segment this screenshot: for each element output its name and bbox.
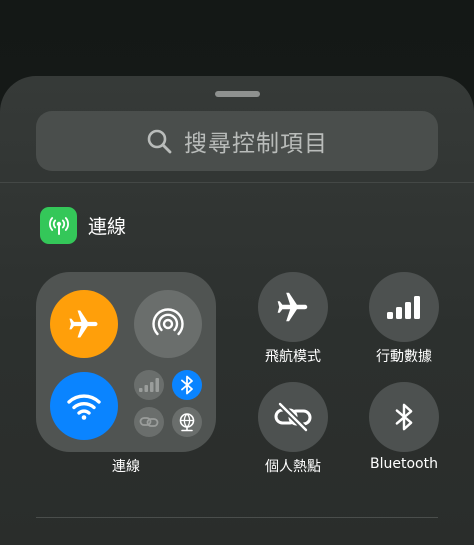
bluetooth-tile[interactable] [369, 382, 439, 452]
airdrop-button[interactable] [134, 290, 202, 358]
hotspot-small-button[interactable] [134, 407, 164, 437]
cellular-data-tile-label: 行動數據 [376, 349, 432, 365]
hotspot-icon [274, 401, 312, 433]
airplane-icon [277, 292, 308, 322]
wifi-button[interactable] [50, 372, 118, 440]
personal-hotspot-tile-label: 個人熱點 [265, 459, 321, 475]
add-controls-sheet: 搜尋控制項目 連線 連線 飛航模式 行動數據 個人熱點 Bluetooth [0, 76, 474, 545]
search-icon [147, 129, 172, 154]
cellular-small-button[interactable] [134, 370, 164, 400]
bluetooth-icon [181, 375, 193, 395]
airplane-mode-button[interactable] [50, 290, 118, 358]
bottom-divider [36, 517, 438, 518]
airplane-mode-tile[interactable] [258, 272, 328, 342]
control-center-background: 搜尋控制項目 連線 連線 飛航模式 行動數據 個人熱點 Bluetooth [0, 0, 474, 545]
cellular-icon [387, 296, 420, 319]
search-placeholder: 搜尋控制項目 [184, 131, 328, 157]
section-title: 連線 [88, 216, 127, 238]
bluetooth-tile-label: Bluetooth [370, 456, 438, 472]
link-icon [139, 417, 159, 427]
airplane-icon [69, 310, 98, 338]
vpn-small-button[interactable] [172, 407, 202, 437]
airdrop-icon [152, 308, 184, 336]
bluetooth-small-button[interactable] [172, 370, 202, 400]
cellular-data-tile[interactable] [369, 272, 439, 342]
connectivity-module[interactable] [36, 272, 216, 452]
antenna-icon [40, 207, 77, 244]
wifi-icon [67, 394, 101, 420]
search-field[interactable]: 搜尋控制項目 [36, 111, 438, 171]
airplane-mode-tile-label: 飛航模式 [265, 349, 321, 365]
personal-hotspot-tile[interactable] [258, 382, 328, 452]
globe-network-icon [179, 413, 195, 432]
sheet-grabber[interactable] [215, 91, 260, 97]
bluetooth-icon [395, 403, 413, 431]
cellular-icon [139, 378, 159, 392]
connectivity-module-label: 連線 [112, 459, 140, 475]
search-divider [0, 182, 474, 183]
